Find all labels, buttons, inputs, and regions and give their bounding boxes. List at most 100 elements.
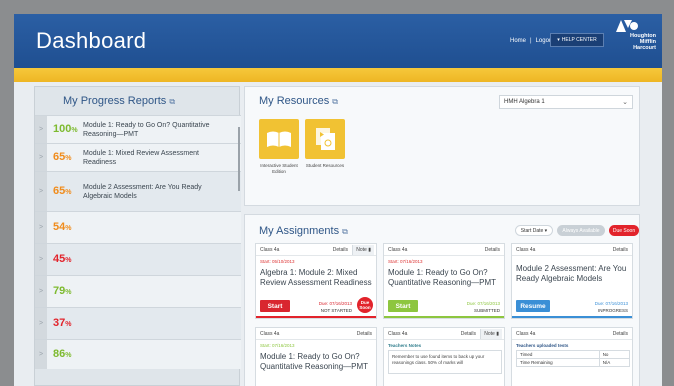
table-row: Time Remaining N/A	[516, 358, 631, 367]
progress-percent: 65%	[53, 151, 72, 163]
chevron-right-icon: >	[35, 172, 47, 211]
teachers-notes-body: Remember to use found items to back up y…	[388, 350, 502, 374]
progress-item[interactable]: >100% Module 1: Ready to Go On? Quantitat…	[35, 115, 241, 143]
status-label: NOT STARTED	[320, 308, 352, 313]
progress-percent: 45%	[53, 253, 72, 265]
progress-item-name: Module 1: Mixed Review Assessment Readin…	[83, 150, 199, 166]
panel-title[interactable]: My Progress Reports ⧉	[63, 95, 175, 107]
chevron-right-icon: >	[35, 244, 47, 275]
class-label: Class 4a	[260, 247, 280, 253]
start-button[interactable]: Start	[260, 300, 290, 312]
assignment-title: Module 2 Assessment: Are You Ready Algeb…	[516, 264, 627, 283]
chevron-right-icon: >	[35, 144, 47, 171]
progress-reports-panel: My Progress Reports ⧉ >100% Module 1: Read…	[34, 86, 241, 386]
class-label: Class 4a	[388, 247, 408, 253]
progress-percent: 100%	[53, 123, 78, 135]
accent-stripe	[14, 68, 662, 82]
start-button[interactable]: Start	[388, 300, 418, 312]
progress-item[interactable]: >45%	[35, 243, 241, 275]
due-date: Due: 07/16/2013	[318, 300, 352, 306]
progress-item[interactable]: >79%	[35, 275, 241, 307]
progress-item[interactable]: >54%	[35, 211, 241, 243]
due-soon-filter[interactable]: Due Soon	[609, 225, 639, 236]
progress-item[interactable]: >65% Module 2 Assessment: Are You Ready A…	[35, 171, 241, 211]
resources-panel: My Resources ⧉ HMH Algebra 1 ⌄ Interactiv…	[244, 86, 640, 206]
interactive-student-edition-tile[interactable]	[259, 119, 299, 159]
help-center-label: HELP CENTER	[561, 37, 597, 43]
chevron-right-icon: >	[35, 212, 47, 243]
help-center-button[interactable]: ▾ HELP CENTER	[550, 33, 604, 47]
progress-item-name: Module 1: Ready to Go On? Quantitative R…	[83, 122, 210, 138]
progress-item[interactable]: >65% Module 1: Mixed Review Assessment Re…	[35, 143, 241, 171]
progress-percent: 79%	[53, 285, 72, 297]
teachers-notes-title: Teachers Notes	[388, 343, 422, 348]
due-date: Due: 07/16/2013	[466, 300, 500, 306]
start-date: Start: 07/16/2013	[260, 343, 295, 348]
assignment-card[interactable]: Class 4a Details Teachers uploaded tests…	[511, 327, 633, 386]
chevron-right-icon: >	[35, 116, 47, 143]
resume-button[interactable]: Resume	[516, 300, 550, 312]
external-link-icon: ⧉	[332, 97, 339, 106]
panel-title[interactable]: My Assignments ⧉	[259, 225, 348, 237]
chevron-right-icon: >	[35, 308, 47, 339]
class-label: Class 4a	[516, 247, 536, 253]
assignment-card[interactable]: Class 4a Details Note ▮ Teachers Notes R…	[383, 327, 505, 386]
start-date: Start: 05/10/2013	[260, 259, 295, 264]
class-label: Class 4a	[388, 331, 408, 337]
status-bar	[256, 316, 376, 318]
chevron-down-icon: ▾	[557, 37, 560, 43]
assignment-card[interactable]: Class 4a Details Start: 07/16/2013 Modul…	[383, 243, 505, 319]
note-tab[interactable]: Note ▮	[480, 329, 502, 339]
assignment-card[interactable]: Class 4a Details Module 2 Assessment: Ar…	[511, 243, 633, 319]
status-bar	[384, 316, 504, 318]
panel-title[interactable]: My Resources ⧉	[259, 95, 338, 107]
progress-percent: 65%	[53, 185, 72, 197]
progress-percent: 54%	[53, 221, 72, 233]
assignment-title: Algebra 1: Module 2: Mixed Review Assess…	[260, 268, 372, 287]
status-label: SUBMITTED	[473, 308, 500, 313]
chevron-down-icon: ⌄	[622, 99, 628, 106]
hmh-logo-text: Houghton Mifflin Harcourt	[630, 33, 656, 51]
chevron-right-icon: >	[35, 276, 47, 307]
note-icon: ▮	[368, 247, 371, 253]
start-date-filter[interactable]: Start Date ▾	[515, 225, 553, 236]
scrollbar[interactable]	[238, 127, 240, 191]
progress-item[interactable]: >37%	[35, 307, 241, 339]
note-tab[interactable]: Note ▮	[352, 245, 374, 255]
assignment-title: Module 1: Ready to Go On? Quantitative R…	[388, 268, 497, 287]
documents-icon	[316, 128, 335, 150]
uploaded-tests-title: Teachers uploaded tests	[516, 343, 569, 348]
table-row: Timed No	[516, 350, 631, 359]
details-link[interactable]: Details	[485, 247, 500, 253]
details-link[interactable]: Details	[461, 331, 476, 337]
details-link[interactable]: Details	[613, 331, 628, 337]
external-link-icon: ⧉	[169, 97, 176, 106]
always-available-filter[interactable]: Always Available	[557, 225, 605, 236]
external-link-icon: ⧉	[342, 227, 348, 236]
header-links: Home | Logout	[510, 38, 554, 44]
tests-table: Timed No Time Remaining N/A	[516, 350, 631, 367]
class-label: Class 4a	[516, 331, 536, 337]
progress-list: >100% Module 1: Ready to Go On? Quantitat…	[35, 115, 241, 369]
progress-item[interactable]: >86%	[35, 339, 241, 369]
assignments-panel: My Assignments ⧉ Start Date ▾ Always Avai…	[244, 214, 640, 386]
details-link[interactable]: Details	[613, 247, 628, 253]
details-link[interactable]: Details	[333, 247, 348, 253]
program-select[interactable]: HMH Algebra 1 ⌄	[499, 95, 633, 109]
assignment-title: Module 1: Ready to Go On? Quantitative R…	[260, 352, 369, 371]
status-label: INPROGRESS	[597, 308, 628, 313]
book-icon	[267, 131, 291, 147]
details-link[interactable]: Details	[357, 331, 372, 337]
hmh-logo-mark-icon	[616, 20, 638, 32]
note-icon: ▮	[496, 331, 499, 337]
hmh-logo: Houghton Mifflin Harcourt	[610, 20, 658, 60]
header-bar: Dashboard Home | Logout ▾ HELP CENTER Ho…	[14, 14, 662, 68]
start-date: Start: 07/16/2013	[388, 259, 423, 264]
assignment-card[interactable]: Class 4a Details Note ▮ Start: 05/10/201…	[255, 243, 377, 319]
app-frame: Dashboard Home | Logout ▾ HELP CENTER Ho…	[14, 14, 662, 386]
home-link[interactable]: Home	[510, 38, 526, 44]
assignment-card[interactable]: Class 4a Details Start: 07/16/2013 Modul…	[255, 327, 377, 386]
student-resources-tile[interactable]	[305, 119, 345, 159]
progress-percent: 37%	[53, 317, 72, 329]
chevron-down-icon: ▾	[543, 227, 548, 234]
